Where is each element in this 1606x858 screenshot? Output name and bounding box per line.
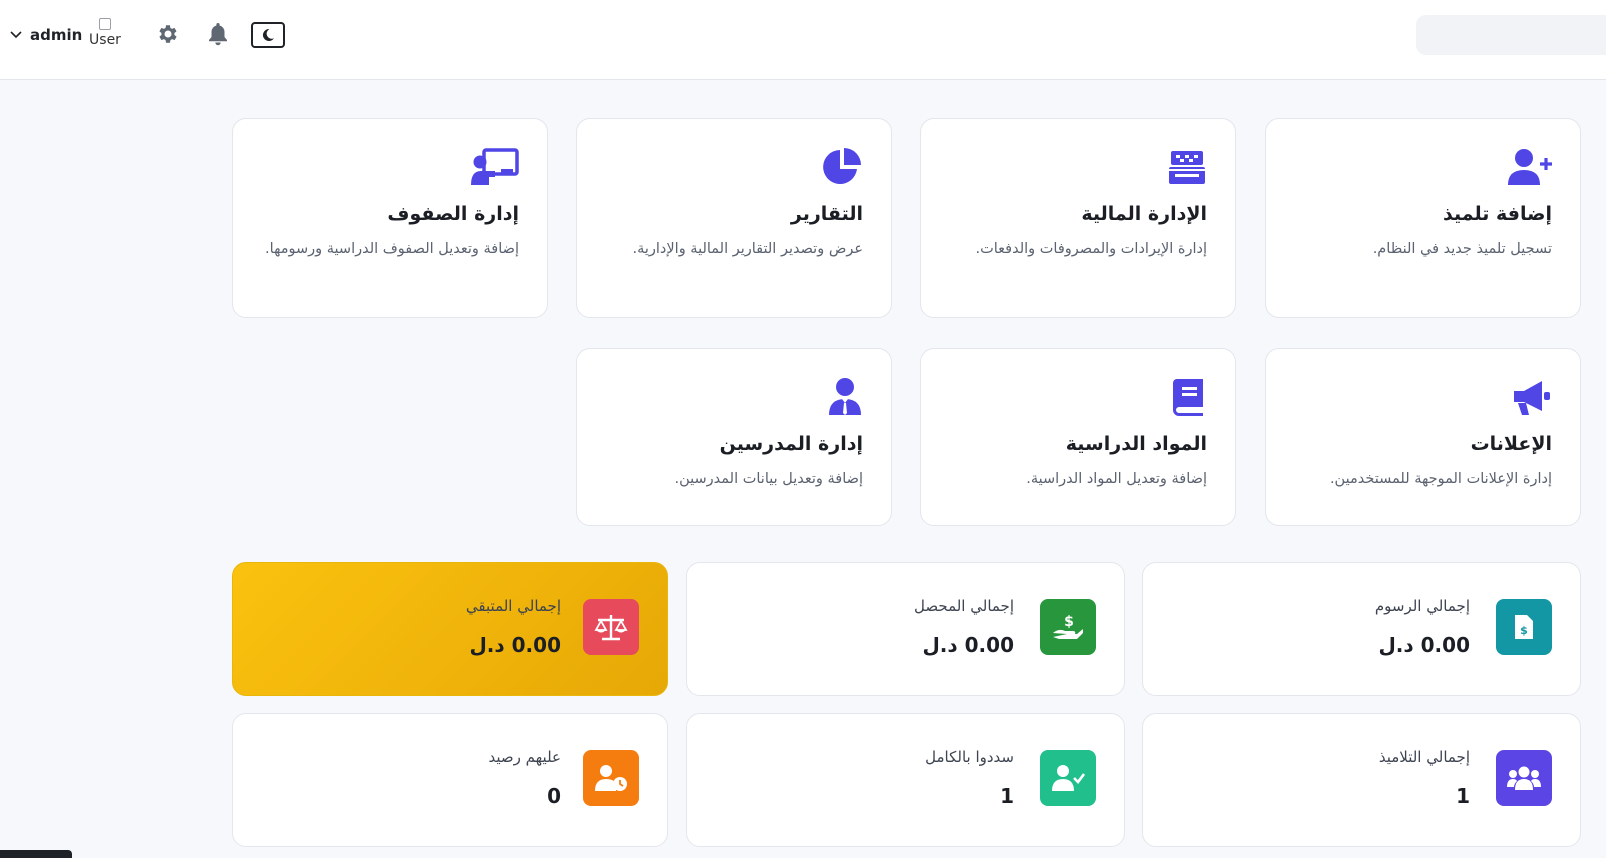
stat-card-total-students: إجمالي التلاميذ 1 <box>1142 713 1581 847</box>
feature-description: إضافة وتعديل بيانات المدرسين. <box>674 471 864 487</box>
feature-title: إضافة تلميذ <box>1443 203 1552 225</box>
username[interactable]: admin <box>30 26 82 44</box>
bell-icon[interactable] <box>204 20 232 48</box>
feature-title: الإعلانات <box>1470 433 1552 455</box>
stat-value: 0.00 د.ل <box>469 633 561 657</box>
chevron-down-icon[interactable] <box>8 27 24 43</box>
moon-icon <box>262 28 274 41</box>
feature-title: المواد الدراسية <box>1065 433 1207 455</box>
gear-icon[interactable] <box>154 20 182 48</box>
feature-card-subjects[interactable]: المواد الدراسية إضافة وتعديل المواد الدر… <box>920 348 1236 526</box>
stat-label: عليهم رصيد <box>488 748 562 766</box>
pie-chart-icon <box>815 145 863 189</box>
stat-card-total-remaining: إجمالي المتبقي 0.00 د.ل <box>232 562 668 696</box>
avatar-alt-text: User <box>89 32 121 48</box>
stat-card-with-balance: عليهم رصيد 0 <box>232 713 668 847</box>
stat-card-fully-paid: سددوا بالكامل 1 <box>686 713 1125 847</box>
broken-image-icon <box>99 18 111 30</box>
stat-label: إجمالي التلاميذ <box>1378 748 1470 766</box>
feature-card-reports[interactable]: التقارير عرض وتصدير التقارير المالية وال… <box>576 118 892 318</box>
stat-value: 1 <box>1000 784 1014 808</box>
stat-card-total-fees: $ إجمالي الرسوم 0.00 د.ل <box>1142 562 1581 696</box>
feature-card-finance[interactable]: الإدارة المالية إدارة الإيرادات والمصروف… <box>920 118 1236 318</box>
feature-card-announcements[interactable]: الإعلانات إدارة الإعلانات الموجهة للمستخ… <box>1265 348 1581 526</box>
feature-card-classes[interactable]: إدارة الصفوف إضافة وتعديل الصفوف الدراسي… <box>232 118 548 318</box>
user-menu[interactable]: admin <box>8 18 82 52</box>
stat-value: 1 <box>1456 784 1470 808</box>
svg-text:$: $ <box>1064 614 1074 630</box>
top-bar: admin User <box>0 0 1606 80</box>
chalkboard-teacher-icon <box>471 145 519 189</box>
teacher-icon <box>815 375 863 419</box>
user-clock-icon <box>583 750 639 806</box>
user-check-icon <box>1040 750 1096 806</box>
avatar[interactable]: User <box>84 18 126 52</box>
book-icon <box>1159 375 1207 419</box>
stat-label: إجمالي المحصل <box>914 597 1014 615</box>
feature-title: التقارير <box>790 203 863 225</box>
feature-description: إضافة وتعديل المواد الدراسية. <box>1026 471 1207 487</box>
feature-description: إدارة الإعلانات الموجهة للمستخدمين. <box>1329 471 1552 487</box>
feature-description: إدارة الإيرادات والمصروفات والدفعات. <box>975 241 1207 257</box>
stat-label: إجمالي الرسوم <box>1374 597 1470 615</box>
feature-description: إضافة وتعديل الصفوف الدراسية ورسومها. <box>265 241 519 257</box>
theme-toggle-button[interactable] <box>251 22 285 48</box>
stat-label: إجمالي المتبقي <box>465 597 561 615</box>
feature-title: إدارة الصفوف <box>387 203 519 225</box>
hand-dollar-icon: $ <box>1040 599 1096 655</box>
svg-text:$: $ <box>1520 624 1528 637</box>
stat-value: 0.00 د.ل <box>1378 633 1470 657</box>
feature-description: عرض وتصدير التقارير المالية والإدارية. <box>632 241 863 257</box>
tooltip-fragment <box>0 850 72 858</box>
stat-card-total-collected: $ إجمالي المحصل 0.00 د.ل <box>686 562 1125 696</box>
user-plus-icon <box>1504 145 1552 189</box>
stat-value: 0 <box>547 784 561 808</box>
feature-card-teachers[interactable]: إدارة المدرسين إضافة وتعديل بيانات المدر… <box>576 348 892 526</box>
invoice-dollar-icon: $ <box>1496 599 1552 655</box>
feature-title: الإدارة المالية <box>1081 203 1207 225</box>
feature-title: إدارة المدرسين <box>719 433 863 455</box>
stat-value: 0.00 د.ل <box>922 633 1014 657</box>
search-input[interactable] <box>1416 15 1606 55</box>
stat-label: سددوا بالكامل <box>925 748 1014 766</box>
megaphone-icon <box>1504 375 1552 419</box>
feature-description: تسجيل تلميذ جديد في النظام. <box>1372 241 1552 257</box>
users-icon <box>1496 750 1552 806</box>
feature-card-add-student[interactable]: إضافة تلميذ تسجيل تلميذ جديد في النظام. <box>1265 118 1581 318</box>
cash-register-icon <box>1159 145 1207 189</box>
balance-scale-icon <box>583 599 639 655</box>
